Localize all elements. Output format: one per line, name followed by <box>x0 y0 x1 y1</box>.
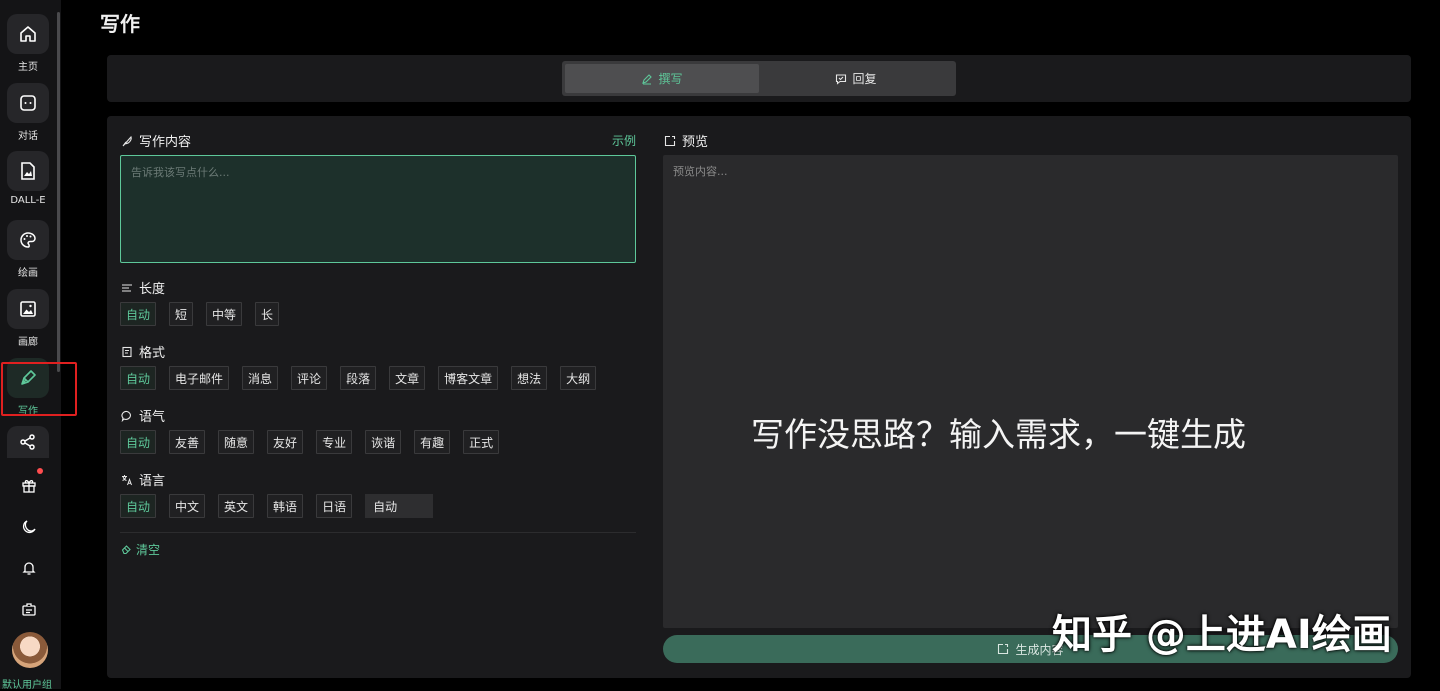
avatar[interactable] <box>12 632 48 668</box>
example-link[interactable]: 示例 <box>612 132 636 149</box>
length-options: 自动 短 中等 长 <box>120 302 280 326</box>
language-option[interactable]: 英文 <box>218 494 255 518</box>
format-option[interactable]: 段落 <box>340 366 377 390</box>
length-option[interactable]: 中等 <box>206 302 243 326</box>
format-option[interactable]: 自动 <box>120 366 157 390</box>
format-options: 自动 电子邮件 消息 评论 段落 文章 博客文章 想法 大纲 <box>120 366 597 390</box>
clear-button[interactable]: 清空 <box>121 541 160 558</box>
mode-tabbar: 撰写 回复 <box>107 55 1411 102</box>
translate-icon <box>121 474 133 486</box>
tone-options: 自动 友善 随意 友好 专业 诙谐 有趣 正式 <box>120 430 500 454</box>
badge-icon[interactable] <box>14 594 44 624</box>
tone-option[interactable]: 诙谐 <box>365 430 402 454</box>
gallery-icon <box>18 299 38 319</box>
tab-write-label: 撰写 <box>658 72 683 86</box>
highlight-box <box>1 362 77 416</box>
sidebar-item-dalle[interactable]: DALL-E <box>7 151 49 206</box>
sidebar-item-draw[interactable]: 绘画 <box>7 220 49 279</box>
format-title-text: 格式 <box>139 346 166 361</box>
tab-write[interactable]: 撰写 <box>565 64 759 93</box>
tone-title-text: 语气 <box>139 410 166 425</box>
reply-icon <box>835 73 847 85</box>
eraser-icon <box>121 544 132 555</box>
length-option[interactable]: 短 <box>169 302 194 326</box>
write-settings-panel: 写作内容 示例 告诉我该写点什么... 长度 自动 短 中等 长 格式 自动 电… <box>107 116 650 678</box>
sidebar-item-label: 主页 <box>18 62 38 73</box>
preview-title-text: 预览 <box>682 135 709 150</box>
language-option[interactable]: 韩语 <box>267 494 304 518</box>
clear-label: 清空 <box>136 543 161 557</box>
format-option[interactable]: 消息 <box>242 366 279 390</box>
sidebar-item-label: DALL-E <box>10 195 46 206</box>
sidebar-item-label: 对话 <box>18 131 38 142</box>
language-title-text: 语言 <box>139 474 166 489</box>
edit-icon <box>641 73 653 85</box>
language-section-title: 语言 <box>121 470 165 489</box>
sidebar-item-label: 绘画 <box>18 268 38 279</box>
sidebar-scrollbar[interactable] <box>57 12 60 372</box>
content-section-title: 写作内容 <box>121 131 191 150</box>
tone-option[interactable]: 随意 <box>218 430 255 454</box>
length-title-text: 长度 <box>139 282 166 297</box>
format-option[interactable]: 想法 <box>511 366 548 390</box>
format-option[interactable]: 文章 <box>389 366 426 390</box>
share-icon <box>18 432 38 452</box>
image-plus-icon <box>18 161 38 181</box>
length-section-title: 长度 <box>121 278 165 297</box>
sidebar-item-label: 画廊 <box>18 337 38 348</box>
length-option[interactable]: 长 <box>255 302 280 326</box>
format-section-title: 格式 <box>121 342 165 361</box>
gift-icon[interactable] <box>14 470 44 500</box>
external-box-icon <box>664 135 676 147</box>
language-option[interactable]: 自动 <box>120 494 157 518</box>
format-option[interactable]: 大纲 <box>560 366 597 390</box>
notification-dot <box>37 468 43 474</box>
feather-icon <box>121 135 133 147</box>
chat-icon <box>18 93 38 113</box>
tone-option[interactable]: 友善 <box>169 430 206 454</box>
tab-reply[interactable]: 回复 <box>759 64 953 93</box>
preview-panel: 预览 预览内容... 写作没思路？输入需求，一键生成 生成内容 <box>650 116 1411 678</box>
format-option[interactable]: 博客文章 <box>438 366 499 390</box>
tone-option[interactable]: 有趣 <box>414 430 451 454</box>
content-title-text: 写作内容 <box>139 135 192 150</box>
home-icon <box>18 24 38 44</box>
tone-option[interactable]: 正式 <box>463 430 500 454</box>
bell-icon[interactable] <box>14 553 44 583</box>
tone-option[interactable]: 专业 <box>316 430 353 454</box>
external-box-icon <box>997 643 1009 655</box>
tone-option[interactable]: 友好 <box>267 430 304 454</box>
format-option[interactable]: 评论 <box>291 366 328 390</box>
language-options: 自动 中文 英文 韩语 日语 自动 <box>120 494 434 518</box>
language-select[interactable]: 自动 <box>365 494 434 518</box>
content-textarea[interactable]: 告诉我该写点什么... <box>120 155 636 263</box>
length-option[interactable]: 自动 <box>120 302 157 326</box>
moon-icon[interactable] <box>14 512 44 542</box>
format-option[interactable]: 电子邮件 <box>169 366 230 390</box>
sidebar: 主页 对话 DALL-E 绘画 画廊 写作 默认用户组 <box>0 0 77 691</box>
palette-icon <box>18 230 38 250</box>
promo-caption: 写作没思路？输入需求，一键生成 <box>751 415 1246 454</box>
sidebar-item-chat[interactable]: 对话 <box>7 83 49 142</box>
divider <box>120 532 636 533</box>
tone-option[interactable]: 自动 <box>120 430 157 454</box>
preview-section-title: 预览 <box>664 131 708 150</box>
sidebar-item-gallery[interactable]: 画廊 <box>7 289 49 348</box>
lines-icon <box>121 282 133 294</box>
sidebar-item-share[interactable] <box>7 426 49 458</box>
document-icon <box>121 346 133 358</box>
sidebar-item-home[interactable]: 主页 <box>7 14 49 73</box>
tone-section-title: 语气 <box>121 406 165 425</box>
watermark: 知乎 @上进AI绘画 <box>1052 612 1392 658</box>
language-option[interactable]: 日语 <box>316 494 353 518</box>
language-option[interactable]: 中文 <box>169 494 206 518</box>
page-title: 写作 <box>100 12 140 36</box>
speech-bubble-icon <box>121 410 133 422</box>
preview-content: 预览内容... <box>663 155 1398 628</box>
tab-reply-label: 回复 <box>852 72 877 86</box>
